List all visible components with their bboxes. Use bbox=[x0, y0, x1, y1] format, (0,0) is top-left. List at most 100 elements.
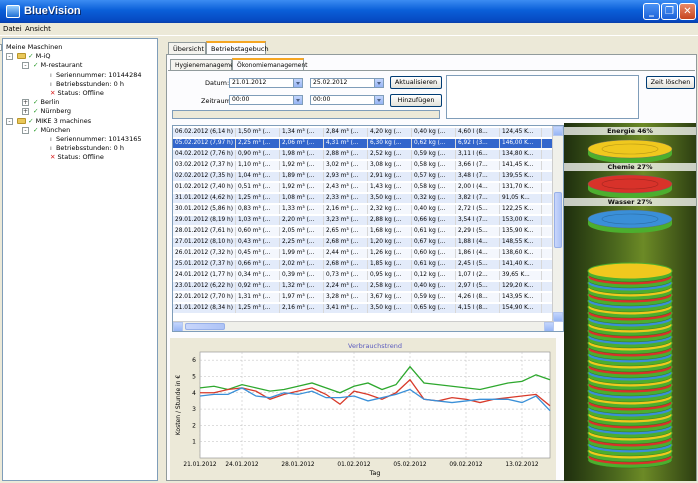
collapse-icon[interactable]: - bbox=[0, 44, 2, 51]
table-cell: 2,20 m³ (... bbox=[280, 216, 324, 225]
table-cell: 1,33 m³ (... bbox=[280, 205, 324, 214]
chevron-down-icon[interactable] bbox=[374, 79, 383, 87]
time-list-box[interactable] bbox=[446, 75, 639, 119]
zeit-loeschen-button[interactable]: Zeit löschen bbox=[646, 76, 695, 89]
table-cell: 1,89 m³ (... bbox=[280, 172, 324, 181]
table-row[interactable]: 03.02.2012 (7,37 h) 1,10 m³ (... 1,92 m³ (… bbox=[173, 161, 554, 170]
table-row[interactable]: 21.01.2012 (8,34 h) 1,25 m³ (... 2,16 m³ (… bbox=[173, 304, 554, 313]
tree-item[interactable]: - ✓ M-restaurant bbox=[22, 61, 82, 70]
table-cell: 0,62 kg (... bbox=[412, 139, 456, 148]
collapse-icon[interactable]: - bbox=[22, 126, 29, 134]
table-cell: 134,80 K... bbox=[500, 150, 542, 159]
close-icon: ✕ bbox=[683, 6, 692, 17]
table-cell: 0,60 m³ (... bbox=[236, 227, 280, 236]
tree-item[interactable]: -Meine Maschinen bbox=[0, 43, 62, 52]
table-cell: 2,72 l (5... bbox=[456, 205, 500, 214]
machine-tree[interactable]: -Meine Maschinen- ✓ M-iQ-✓ M-restaurantı… bbox=[0, 38, 158, 481]
tab-oekonomiemanagement[interactable]: Ökonomiemanagement bbox=[232, 58, 308, 70]
consumption-grid[interactable]: 06.02.2012 (6,14 h) 1,50 m³ (... 1,34 m³ (… bbox=[172, 125, 564, 332]
maximize-button[interactable]: ❐ bbox=[661, 3, 678, 20]
tree-item[interactable]: ✕ Status: Offline bbox=[50, 153, 104, 162]
table-cell: 1,50 m³ (... bbox=[236, 128, 280, 137]
table-row[interactable]: 01.02.2012 (7,40 h) 0,51 m³ (... 1,92 m³ (… bbox=[173, 183, 554, 192]
scroll-thumb[interactable] bbox=[554, 192, 562, 248]
tab-betriebstagebuch[interactable]: Betriebstagebuch bbox=[206, 41, 269, 55]
tree-item[interactable]: + ✓ Berlin bbox=[22, 98, 59, 107]
table-cell: 141,45 K... bbox=[500, 161, 542, 170]
table-row[interactable]: 30.01.2012 (5,86 h) 0,83 m³ (... 1,33 m³ (… bbox=[173, 205, 554, 214]
zeit-from-field[interactable]: 00:00 bbox=[229, 95, 303, 105]
table-cell: 143,95 K... bbox=[500, 293, 542, 302]
scroll-right-icon[interactable] bbox=[544, 322, 554, 331]
collapse-icon[interactable]: - bbox=[6, 53, 13, 61]
verbrauchstrend-chart: 1 2 3 4 5 6 21.01.2012 24.01.2012 28.01.2012 01.0… bbox=[175, 342, 551, 477]
table-cell: 1,99 m³ (... bbox=[280, 249, 324, 258]
aktualisieren-button[interactable]: Aktualisieren bbox=[390, 76, 442, 89]
table-row-selected[interactable]: 05.02.2012 (7,97 h) 2,25 m³ (... 2,06 m³ (… bbox=[173, 139, 554, 148]
collapse-icon[interactable]: - bbox=[6, 117, 13, 125]
table-row[interactable]: 28.01.2012 (7,61 h) 0,60 m³ (... 2,05 m³ (… bbox=[173, 227, 554, 236]
minimize-button[interactable]: _ bbox=[643, 3, 660, 20]
hinzufuegen-button[interactable]: Hinzufügen bbox=[390, 94, 442, 107]
tree-item[interactable]: - ✓ M-iQ bbox=[6, 52, 51, 61]
table-row[interactable]: 06.02.2012 (6,14 h) 1,50 m³ (... 1,34 m³ (… bbox=[173, 128, 554, 137]
menu-datei[interactable]: Datei bbox=[3, 25, 22, 33]
table-cell: 4,20 kg (... bbox=[368, 128, 412, 137]
check-icon: ✓ bbox=[33, 61, 39, 70]
table-row[interactable]: 02.02.2012 (7,35 h) 1,04 m³ (... 1,89 m³ (… bbox=[173, 172, 554, 181]
table-row[interactable]: 04.02.2012 (7,76 h) 0,90 m³ (... 1,98 m³ (… bbox=[173, 150, 554, 159]
table-row[interactable]: 25.01.2012 (7,37 h) 0,66 m³ (... 2,02 m³ (… bbox=[173, 260, 554, 269]
table-cell: 1,07 l (2... bbox=[456, 271, 500, 280]
chevron-down-icon[interactable] bbox=[293, 96, 302, 104]
collapse-icon[interactable]: - bbox=[22, 62, 29, 70]
table-cell: 0,92 m³ (... bbox=[236, 282, 280, 291]
tree-item[interactable]: ı Seriennummer: 10144284 bbox=[50, 71, 141, 80]
table-cell: 2,43 m³ (... bbox=[324, 183, 368, 192]
expand-icon[interactable]: + bbox=[22, 108, 29, 116]
tree-item[interactable]: - ✓ MIKE 3 machines bbox=[6, 117, 91, 126]
table-cell: 91,05 K... bbox=[500, 194, 542, 203]
menu-ansicht[interactable]: Ansicht bbox=[25, 25, 51, 33]
chevron-down-icon[interactable] bbox=[293, 79, 302, 87]
table-cell: 0,83 m³ (... bbox=[236, 205, 280, 214]
table-cell: 4,60 l (8... bbox=[456, 128, 500, 137]
table-cell: 29.01.2012 (8,19 h) bbox=[173, 216, 236, 225]
bullet-icon: ı bbox=[50, 135, 52, 143]
close-button[interactable]: ✕ bbox=[679, 3, 696, 20]
table-row[interactable]: 22.01.2012 (7,70 h) 1,31 m³ (... 1,97 m³ (… bbox=[173, 293, 554, 302]
datum-to-field[interactable]: 25.02.2012 bbox=[310, 78, 384, 88]
table-row[interactable]: 27.01.2012 (8,10 h) 0,43 m³ (... 2,25 m³ (… bbox=[173, 238, 554, 247]
table-cell: 3,28 m³ (... bbox=[324, 293, 368, 302]
zeit-to-field[interactable]: 00:00 bbox=[310, 95, 384, 105]
table-row[interactable]: 24.01.2012 (1,77 h) 0,34 m³ (... 0,39 m³ (… bbox=[173, 271, 554, 280]
tree-item[interactable]: ı Betriebsstunden: 0 h bbox=[50, 144, 124, 153]
table-row[interactable]: 26.01.2012 (7,32 h) 0,45 m³ (... 1,99 m³ (… bbox=[173, 249, 554, 258]
table-cell: 3,02 m³ (... bbox=[324, 161, 368, 170]
table-cell: 0,34 m³ (... bbox=[236, 271, 280, 280]
chart-title: Verbrauchstrend bbox=[348, 342, 402, 350]
vertical-scrollbar[interactable] bbox=[552, 126, 563, 322]
tree-item[interactable]: ı Seriennummer: 10143165 bbox=[50, 135, 141, 144]
datum-from-field[interactable]: 21.01.2012 bbox=[229, 78, 303, 88]
plot-area bbox=[199, 351, 551, 459]
scroll-up-icon[interactable] bbox=[553, 126, 563, 136]
table-cell: 0,67 kg (... bbox=[412, 238, 456, 247]
table-row[interactable]: 31.01.2012 (4,62 h) 1,25 m³ (... 1,08 m³ (… bbox=[173, 194, 554, 203]
scroll-left-icon[interactable] bbox=[173, 322, 183, 331]
tab-hygienemanagement[interactable]: Hygienemanagement bbox=[170, 59, 240, 70]
x-tick-label: 05.02.2012 bbox=[393, 462, 427, 468]
table-cell: 138,60 K... bbox=[500, 249, 542, 258]
chevron-down-icon[interactable] bbox=[374, 96, 383, 104]
tree-item[interactable]: ✕ Status: Offline bbox=[50, 89, 104, 98]
table-row[interactable]: 29.01.2012 (8,19 h) 1,03 m³ (... 2,20 m³ (… bbox=[173, 216, 554, 225]
tree-item[interactable]: - ✓ München bbox=[22, 126, 70, 135]
tree-item[interactable]: + ✓ Nürnberg bbox=[22, 107, 71, 116]
table-row[interactable]: 23.01.2012 (6,22 h) 0,92 m³ (... 1,32 m³ (… bbox=[173, 282, 554, 291]
tree-item[interactable]: ı Betriebsstunden: 0 h bbox=[50, 80, 124, 89]
expand-icon[interactable]: + bbox=[22, 99, 29, 107]
table-cell: 6,92 l (3... bbox=[456, 139, 500, 148]
scroll-down-icon[interactable] bbox=[553, 312, 563, 322]
hscroll-thumb[interactable] bbox=[185, 323, 225, 330]
tab-uebersicht[interactable]: Übersicht bbox=[168, 42, 206, 54]
horizontal-scrollbar[interactable] bbox=[173, 321, 554, 331]
